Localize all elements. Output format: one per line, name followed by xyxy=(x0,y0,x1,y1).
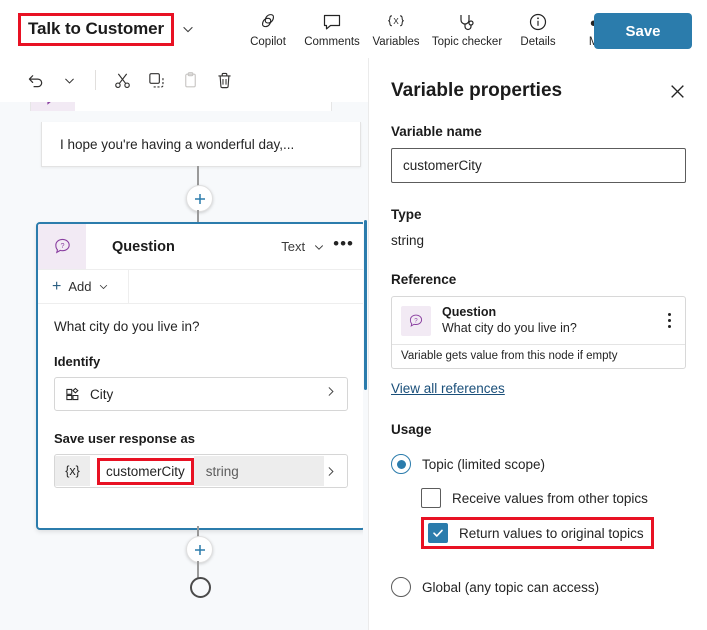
command-group: Copilot Comments X Variables Topic check… xyxy=(237,4,633,54)
chevron-down-icon[interactable] xyxy=(181,22,195,36)
svg-text:?: ? xyxy=(60,241,64,250)
usage-option-label: Topic (limited scope) xyxy=(422,456,546,472)
question-bubble-icon: ? xyxy=(38,224,86,269)
app-root: Talk to Customer Copilot Comments X Vari… xyxy=(0,0,707,630)
authoring-canvas[interactable]: I hope you're having a wonderful day,...… xyxy=(0,102,368,630)
usage-suboption-return[interactable]: Return values to original topics xyxy=(421,517,654,549)
usage-suboption-receive[interactable]: Receive values from other topics xyxy=(421,488,686,508)
command-label: Details xyxy=(520,36,556,48)
command-variables[interactable]: X Variables xyxy=(365,4,427,54)
message-node[interactable]: I hope you're having a wonderful day,... xyxy=(41,122,361,167)
save-button[interactable]: Save xyxy=(594,13,692,49)
usage-suboption-label: Return values to original topics xyxy=(459,525,644,541)
command-label: Copilot xyxy=(250,36,286,48)
close-icon[interactable] xyxy=(669,83,686,100)
usage-suboption-label: Receive values from other topics xyxy=(452,490,648,506)
page-title[interactable]: Talk to Customer xyxy=(18,12,174,46)
undo-dropdown-chevron-down-icon[interactable] xyxy=(52,64,86,96)
response-type-label[interactable]: Text xyxy=(281,239,305,254)
variable-properties-panel: Variable properties Variable name custom… xyxy=(368,58,707,630)
reference-node-title: Question xyxy=(442,305,497,319)
comment-bubble-icon xyxy=(322,10,342,32)
chevron-right-icon[interactable] xyxy=(324,456,347,486)
command-label: Topic checker xyxy=(431,36,503,48)
type-label: Type xyxy=(391,207,422,222)
end-node-icon xyxy=(190,577,211,598)
copilot-icon xyxy=(258,10,278,32)
topic-checker-icon xyxy=(456,10,478,32)
radio-topic-scope[interactable] xyxy=(391,454,411,474)
add-button[interactable]: + Add xyxy=(38,270,129,303)
info-circle-icon xyxy=(528,10,548,32)
command-details[interactable]: Details xyxy=(507,4,569,54)
undo-button[interactable] xyxy=(18,64,52,96)
plus-icon: + xyxy=(52,277,62,295)
question-prompt-text[interactable]: What city do you live in? xyxy=(54,319,348,334)
variable-type-value: string xyxy=(193,456,324,486)
topic-title-group[interactable]: Talk to Customer xyxy=(18,12,195,46)
question-node-overflow-ellipsis-icon[interactable]: ••• xyxy=(333,235,354,254)
toolbar-divider xyxy=(95,70,96,90)
command-label: Variables xyxy=(372,36,420,48)
add-label: Add xyxy=(68,279,92,294)
command-label: Comments xyxy=(304,36,360,48)
question-node-header: ? Question Text ••• xyxy=(38,224,364,270)
checkbox-return-values[interactable] xyxy=(428,523,448,543)
question-node-title: Question xyxy=(112,238,175,255)
panel-title: Variable properties xyxy=(391,80,563,101)
usage-option-label: Global (any topic can access) xyxy=(422,579,600,595)
usage-option-global[interactable]: Global (any topic can access) xyxy=(391,577,686,597)
message-text: I hope you're having a wonderful day,... xyxy=(60,136,295,152)
chevron-down-icon[interactable] xyxy=(98,281,109,292)
save-response-variable-picker[interactable]: {x} customerCity string xyxy=(54,454,348,488)
reference-card-footer: Variable gets value from this node if em… xyxy=(392,344,685,368)
variables-braces-icon: X xyxy=(385,10,407,32)
identify-value: City xyxy=(90,386,114,402)
reference-node-subtitle: What city do you live in? xyxy=(442,321,577,335)
variable-name-label: Variable name xyxy=(391,124,482,139)
variable-brace-icon: {x} xyxy=(55,456,90,486)
previous-node-partial[interactable] xyxy=(30,102,332,111)
variable-name-value: customerCity xyxy=(97,457,194,485)
top-command-bar: Talk to Customer Copilot Comments X Vari… xyxy=(0,0,707,59)
command-copilot[interactable]: Copilot xyxy=(237,4,299,54)
usage-label: Usage xyxy=(391,422,432,437)
usage-option-topic[interactable]: Topic (limited scope) xyxy=(391,454,686,474)
identify-label: Identify xyxy=(54,354,101,369)
add-node-button-top[interactable] xyxy=(186,185,213,212)
delete-button[interactable] xyxy=(207,64,241,96)
entity-icon xyxy=(65,387,80,402)
variable-name-input[interactable]: customerCity xyxy=(391,148,686,183)
paste-button[interactable] xyxy=(173,64,207,96)
checkbox-receive-values[interactable] xyxy=(421,488,441,508)
question-node-add-bar: + Add xyxy=(38,270,364,304)
svg-text:?: ? xyxy=(414,317,418,324)
command-topic-checker[interactable]: Topic checker xyxy=(429,4,505,54)
more-vertical-icon[interactable] xyxy=(668,313,677,328)
cut-button[interactable] xyxy=(105,64,139,96)
question-bubble-icon: ? xyxy=(401,305,431,336)
reference-label: Reference xyxy=(391,272,457,287)
view-all-references-link[interactable]: View all references xyxy=(391,381,505,396)
question-node[interactable]: ? Question Text ••• + Add What city do y… xyxy=(36,222,366,530)
command-comments[interactable]: Comments xyxy=(301,4,363,54)
chevron-right-icon[interactable] xyxy=(324,385,337,403)
chevron-down-icon[interactable] xyxy=(313,241,325,253)
type-value: string xyxy=(391,233,425,248)
radio-global-scope[interactable] xyxy=(391,577,411,597)
save-response-label: Save user response as xyxy=(54,431,195,446)
canvas-toolbar xyxy=(0,58,368,103)
add-node-button-bottom[interactable] xyxy=(186,536,213,563)
copy-button[interactable] xyxy=(139,64,173,96)
message-icon xyxy=(31,102,75,111)
identify-entity-picker[interactable]: City xyxy=(54,377,348,411)
reference-card[interactable]: ? Question What city do you live in? Var… xyxy=(391,296,686,369)
svg-text:X: X xyxy=(393,17,399,26)
